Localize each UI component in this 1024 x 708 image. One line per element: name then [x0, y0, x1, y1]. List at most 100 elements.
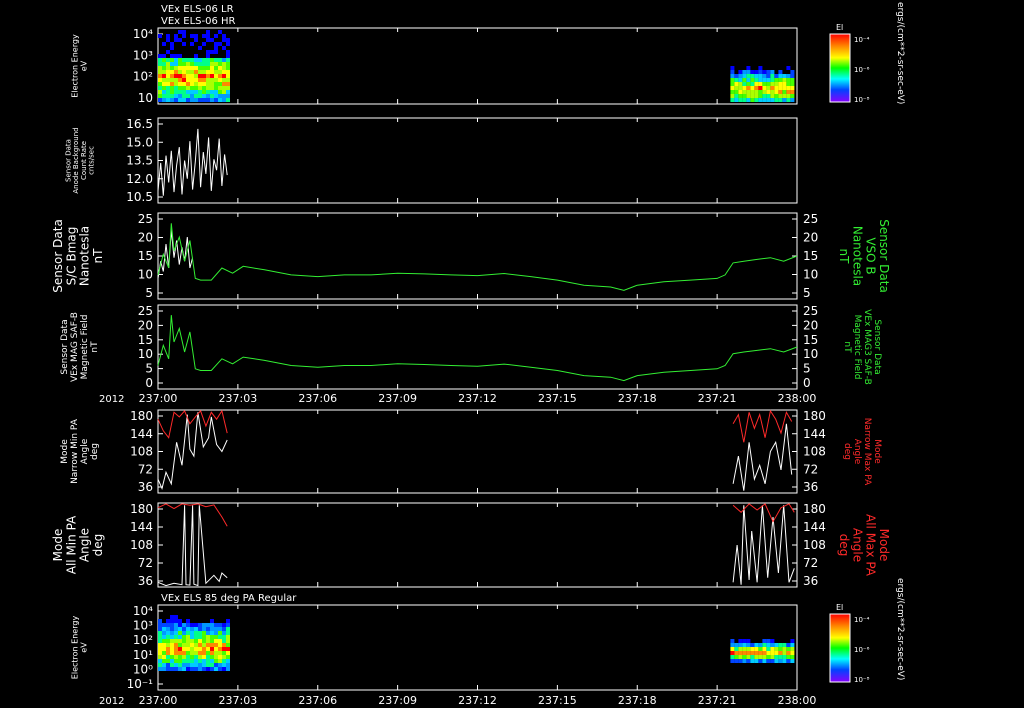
spectrogram-cell: [218, 635, 222, 639]
y-axis-label-right-line: Mode: [872, 439, 882, 464]
spectrogram-cell: [194, 651, 198, 655]
spectrogram-cell: [170, 659, 174, 663]
spectrogram-cell: [782, 74, 787, 78]
spectrogram-cell: [182, 82, 186, 86]
x-tick-label: 237:03: [219, 392, 258, 405]
spectrogram-cell: [790, 82, 795, 86]
spectrogram-cell: [170, 651, 174, 655]
spectrogram-cell: [210, 643, 214, 647]
spectrogram-cell: [170, 74, 174, 78]
spectrogram-cell: [166, 70, 170, 74]
spectrogram-cell: [202, 78, 206, 82]
spectrogram-cell: [758, 655, 763, 659]
spectrogram-cell: [166, 623, 170, 627]
spectrogram-cell: [210, 655, 214, 659]
series-line: [157, 128, 228, 196]
spectrogram-cell: [182, 639, 186, 643]
spectrogram-cell: [758, 70, 763, 74]
y-axis-label-line: deg: [91, 534, 105, 557]
spectrogram-cell: [222, 98, 226, 102]
y-axis-label-line: Sensor Data: [60, 319, 70, 374]
spectrogram-cell: [178, 94, 182, 98]
spectrogram-cell: [222, 631, 226, 635]
y-tick-label: 10.5: [126, 190, 153, 204]
spectrogram-cell: [214, 70, 218, 74]
spectrogram-cell: [750, 643, 755, 647]
spectrogram-cell: [226, 70, 230, 74]
spectrogram-cell: [174, 66, 178, 70]
spectrogram-cell: [218, 643, 222, 647]
spectrogram-cell: [790, 659, 795, 663]
x-tick-label: 237:06: [298, 392, 337, 405]
spectrogram-cell: [158, 98, 162, 102]
spectrogram-cell: [174, 623, 178, 627]
spectrogram-cell: [170, 82, 174, 86]
spectrogram-cell: [186, 62, 190, 66]
colorbar-top-tick-0: 10⁻⁴: [854, 36, 870, 44]
spectrogram-cell: [206, 30, 210, 34]
x-tick-label: 237:00: [139, 392, 178, 405]
spectrogram-cell: [738, 639, 743, 643]
spectrogram-cell: [226, 647, 230, 651]
spectrogram-cell: [214, 639, 218, 643]
spectrogram-cell: [170, 623, 174, 627]
spectrogram-cell: [210, 62, 214, 66]
spectrogram-cell: [766, 86, 771, 90]
spectrogram-cell: [194, 98, 198, 102]
spectrogram-cell: [166, 50, 170, 54]
panel-frame: [157, 27, 798, 105]
spectrogram-cell: [734, 659, 739, 663]
spectrogram-cell: [210, 619, 214, 623]
spectrogram-cell: [210, 647, 214, 651]
spectrogram-cell: [750, 86, 755, 90]
spectrogram-cell: [214, 627, 218, 631]
spectrogram-cell: [170, 643, 174, 647]
spectrogram-cell: [194, 54, 198, 58]
spectrogram-cell: [790, 655, 795, 659]
spectrogram-cell: [190, 651, 194, 655]
spectrogram-panel-top: 10⁴ 10³ 10² 10 Electron EnergyeV: [71, 27, 798, 105]
spectrogram-cell: [214, 631, 218, 635]
spectrogram-cell: [166, 663, 170, 667]
spectrogram-cell: [214, 66, 218, 70]
spectrogram-cell: [194, 647, 198, 651]
spectrogram-cell: [190, 639, 194, 643]
spectrogram-cell: [202, 663, 206, 667]
spectrogram-cell: [194, 58, 198, 62]
spectrogram-cell: [206, 62, 210, 66]
spectrogram-cell: [750, 647, 755, 651]
y-tick-label-right: 15: [803, 249, 818, 263]
spectrogram-cell: [782, 90, 787, 94]
spectrogram-cell: [202, 94, 206, 98]
spectrogram-cell: [158, 647, 162, 651]
panel-frame: [157, 304, 798, 390]
spectrogram-cell: [202, 643, 206, 647]
spectrogram-cell: [182, 663, 186, 667]
spectrogram-cell: [178, 78, 182, 82]
y-axis-label-right: Sensor DataVEx MAG3 SAF-BMagnetic Fieldn…: [842, 309, 882, 385]
spectrogram-cell: [226, 54, 230, 58]
spectrogram-cell: [226, 86, 230, 90]
spectrogram-cell: [190, 82, 194, 86]
spectrogram-cell: [774, 82, 779, 86]
spectrogram-cell: [202, 651, 206, 655]
x-tick-label: 237:12: [458, 694, 497, 707]
spectrogram-cell: [162, 667, 166, 671]
spectrogram-cell: [206, 98, 210, 102]
spectrogram-cell: [746, 70, 751, 74]
spectrogram-cell: [754, 70, 759, 74]
spectrogram-cell: [210, 667, 214, 671]
spectrogram-cell: [762, 655, 767, 659]
spectrogram-cell: [162, 42, 166, 46]
spectrogram-cell: [202, 90, 206, 94]
spectrogram-cell: [174, 647, 178, 651]
spectrogram-cell: [738, 90, 743, 94]
y-tick-label: 72: [138, 556, 153, 570]
spectrogram-cell: [762, 82, 767, 86]
spectrogram-cell: [758, 66, 763, 70]
spectrogram-cell: [730, 66, 735, 70]
spectrogram-cell: [178, 30, 182, 34]
spectrogram-cell: [178, 651, 182, 655]
spectrogram-cell: [218, 627, 222, 631]
spectrogram-cell: [770, 643, 775, 647]
